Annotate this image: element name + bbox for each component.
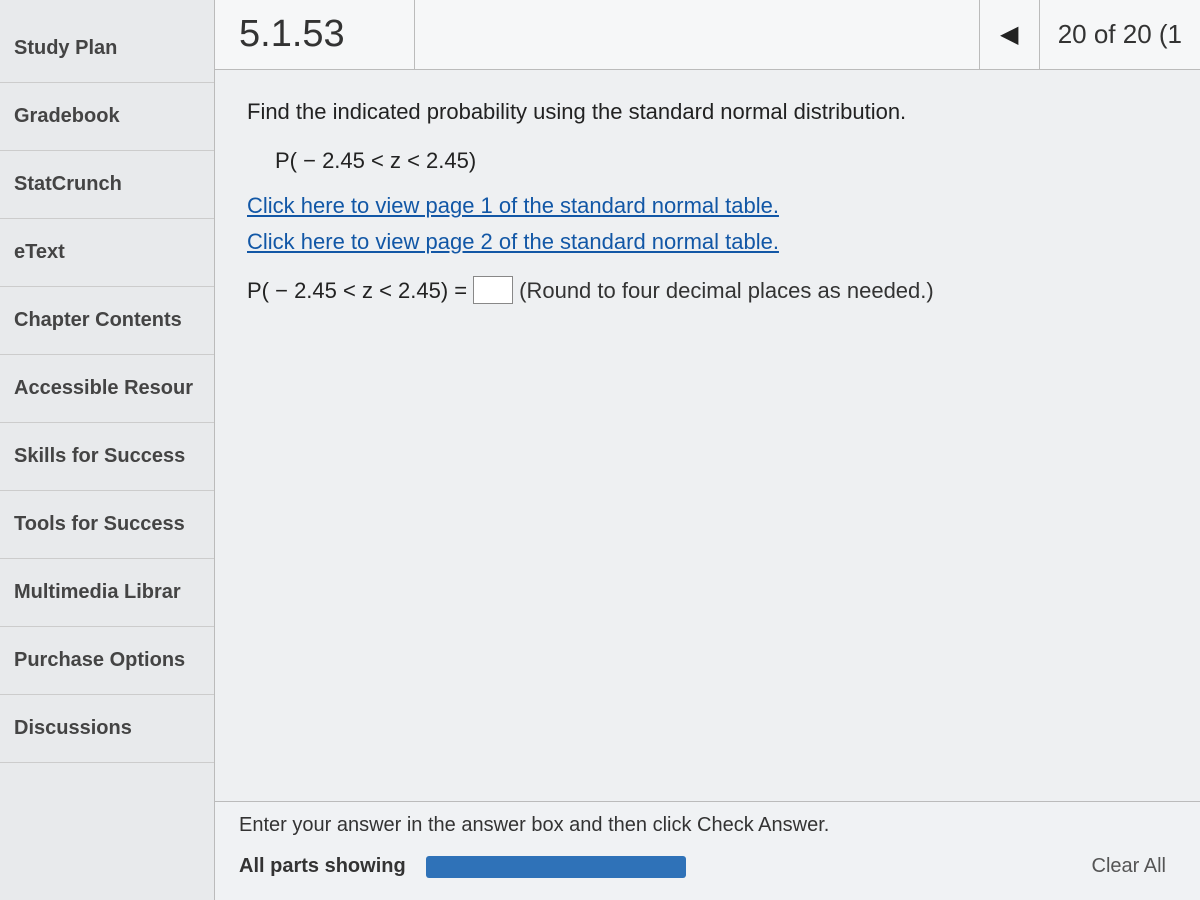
bottom-row: All parts showing Clear All [239,851,1176,882]
progress-bar [426,856,686,878]
link-normal-table-page1[interactable]: Click here to view page 1 of the standar… [247,188,1168,223]
sidebar-item-multimedia-library[interactable]: Multimedia Librar [0,559,214,627]
triangle-left-icon: ◀ [1000,20,1018,49]
prev-question-button[interactable]: ◀ [979,0,1039,69]
sidebar-item-study-plan[interactable]: Study Plan [0,15,214,83]
topbar: 5.1.53 ◀ 20 of 20 (1 [215,0,1200,70]
sidebar-item-purchase-options[interactable]: Purchase Options [0,627,214,695]
answer-row: P( − 2.45 < z < 2.45) = (Round to four d… [247,273,1168,308]
sidebar-item-tools-for-success[interactable]: Tools for Success [0,491,214,559]
question-content: Find the indicated probability using the… [215,70,1200,801]
clear-all-button[interactable]: Clear All [1082,851,1176,882]
sidebar-item-discussions[interactable]: Discussions [0,695,214,763]
parts-showing-label: All parts showing [239,855,406,878]
question-number: 5.1.53 [215,0,415,69]
answer-prefix: P( − 2.45 < z < 2.45) = [247,273,467,308]
sidebar-item-etext[interactable]: eText [0,219,214,287]
sidebar-item-skills-for-success[interactable]: Skills for Success [0,423,214,491]
sidebar-item-accessible-resources[interactable]: Accessible Resour [0,355,214,423]
question-prompt: Find the indicated probability using the… [247,94,1168,129]
bottombar: Enter your answer in the answer box and … [215,801,1200,900]
topbar-spacer [415,0,979,69]
question-counter: 20 of 20 (1 [1039,0,1200,69]
link-normal-table-page2[interactable]: Click here to view page 2 of the standar… [247,224,1168,259]
answer-hint: (Round to four decimal places as needed.… [519,273,934,308]
answer-instruction: Enter your answer in the answer box and … [239,814,1176,837]
answer-input[interactable] [473,276,513,304]
sidebar: Study Plan Gradebook StatCrunch eText Ch… [0,0,215,900]
main-panel: 5.1.53 ◀ 20 of 20 (1 Find the indicated … [215,0,1200,900]
sidebar-item-chapter-contents[interactable]: Chapter Contents [0,287,214,355]
given-formula: P( − 2.45 < z < 2.45) [275,143,1168,178]
sidebar-item-statcrunch[interactable]: StatCrunch [0,151,214,219]
sidebar-item-gradebook[interactable]: Gradebook [0,83,214,151]
